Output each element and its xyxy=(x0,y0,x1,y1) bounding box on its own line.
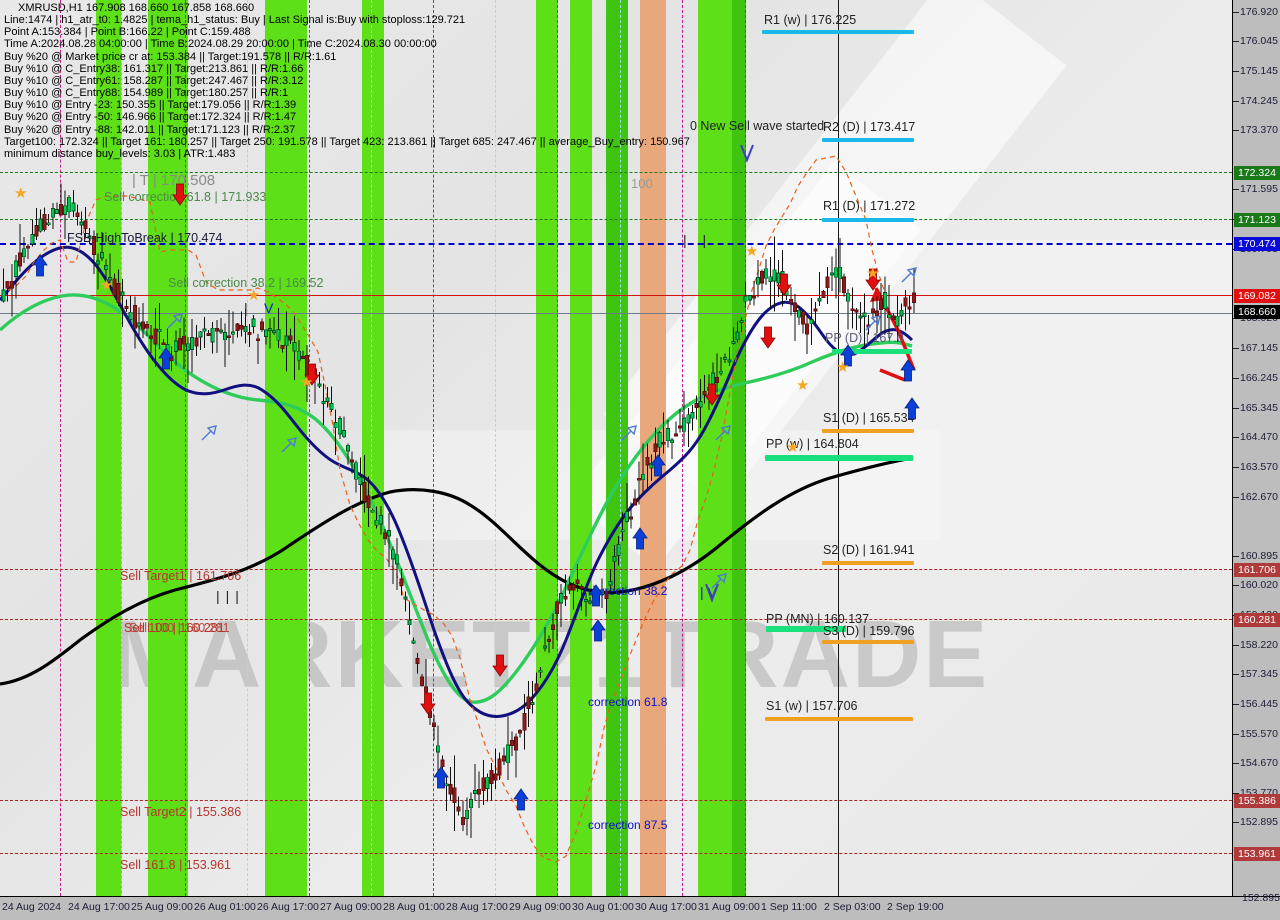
trading-chart-window: MARKETZ1TRADE xyxy=(0,0,1280,920)
price-badge: 170.474 xyxy=(1234,237,1280,251)
time-tick-label: 24 Aug 17:00 xyxy=(68,901,130,913)
price-scale[interactable]: 176.920 176.045 175.145 174.245 173.370 171.5… xyxy=(1233,0,1280,897)
time-tick-label: 28 Aug 17:00 xyxy=(446,901,508,913)
price-tick xyxy=(1233,348,1239,349)
price-tick-label: 152.895 xyxy=(1240,816,1278,828)
time-tick-label: 26 Aug 17:00 xyxy=(257,901,319,913)
price-tick-label: 158.220 xyxy=(1240,639,1278,651)
price-badge: 169.082 xyxy=(1234,289,1280,303)
price-tick xyxy=(1233,101,1239,102)
header-line: Point A:153.384 | Point B:166.22 | Point… xyxy=(4,26,251,39)
price-tick-label: 156.445 xyxy=(1240,698,1278,710)
header-line: Time A:2024.08.28 04:00:00 | Time B:2024… xyxy=(4,38,437,51)
header-line: minimum distance buy_levels: 3.03 | ATR:… xyxy=(4,147,236,160)
price-tick-label: 174.245 xyxy=(1240,95,1278,107)
price-badge: 153.961 xyxy=(1234,847,1280,861)
price-tick xyxy=(1233,822,1239,823)
price-tick xyxy=(1233,556,1239,557)
price-tick-label: 175.145 xyxy=(1240,65,1278,77)
price-badge: 171.123 xyxy=(1234,213,1280,227)
price-tick-label: 155.570 xyxy=(1240,728,1278,740)
price-tick-label: 173.370 xyxy=(1240,124,1278,136)
price-tick-label: 171.595 xyxy=(1240,183,1278,195)
time-tick-label: 28 Aug 01:00 xyxy=(383,901,445,913)
price-tick xyxy=(1233,12,1239,13)
symbol-ohlc-line: XMRUSD,H1 167.908 168.660 167.858 168.66… xyxy=(18,2,255,14)
price-tick xyxy=(1233,189,1239,190)
price-tick-label: 160.895 xyxy=(1240,550,1278,562)
time-scale[interactable]: 24 Aug 2024 24 Aug 17:00 25 Aug 09:00 26 Au… xyxy=(0,892,1280,920)
price-tick xyxy=(1233,408,1239,409)
price-tick xyxy=(1233,734,1239,735)
time-tick-label: 1 Sep 11:00 xyxy=(761,901,817,913)
price-badge: 172.324 xyxy=(1234,166,1280,180)
time-tick-label: 25 Aug 09:00 xyxy=(131,901,193,913)
price-tick-label: 154.670 xyxy=(1240,757,1278,769)
price-tick-label: 165.345 xyxy=(1240,402,1278,414)
time-tick-label: 31 Aug 09:00 xyxy=(698,901,760,913)
time-tick-label: 30 Aug 01:00 xyxy=(572,901,634,913)
header-line: Buy %20 @ Entry -88: 142.011 || Target:1… xyxy=(4,123,296,136)
price-tick xyxy=(1233,378,1239,379)
time-tick-label: 26 Aug 01:00 xyxy=(194,901,256,913)
header-line: Buy %10 @ C_Entry38: 161.317 || Target:2… xyxy=(4,62,304,75)
price-badge: 160.281 xyxy=(1234,613,1280,627)
header-line: Line:1474 | h1_atr_t0: 1.4825 | tema_h1_… xyxy=(4,14,466,27)
header-line: Buy %10 @ C_Entry61: 158.287 || Target:2… xyxy=(4,74,304,87)
time-tick-label: 29 Aug 09:00 xyxy=(509,901,571,913)
price-badge: 168.660 xyxy=(1234,305,1280,319)
price-tick-label: 164.470 xyxy=(1240,431,1278,443)
header-line: Buy %10 @ C_Entry88: 154.989 || Target:1… xyxy=(4,87,289,100)
price-badge: 155.386 xyxy=(1234,794,1280,808)
header-line: Buy %20 @ Market price cr at: 153.384 ||… xyxy=(4,50,337,63)
chart-info-header: XMRUSD,H1 167.908 168.660 167.858 168.66… xyxy=(4,2,690,160)
time-tick-label: 24 Aug 2024 xyxy=(2,901,61,913)
price-tick xyxy=(1233,467,1239,468)
time-tick-label: 27 Aug 09:00 xyxy=(320,901,382,913)
header-line: Buy %10 @ Entry -23: 150.355 || Target:1… xyxy=(4,99,297,112)
time-tick-label: 30 Aug 17:00 xyxy=(635,901,697,913)
price-tick-label: 176.920 xyxy=(1240,6,1278,18)
price-tick xyxy=(1233,645,1239,646)
price-tick-label: 166.245 xyxy=(1240,372,1278,384)
price-tick xyxy=(1233,497,1239,498)
price-tick xyxy=(1233,585,1239,586)
price-scale-bottom-label: 152.895 xyxy=(1242,892,1280,904)
price-tick-label: 163.570 xyxy=(1240,461,1278,473)
price-tick xyxy=(1233,71,1239,72)
price-tick-label: 160.020 xyxy=(1240,579,1278,591)
header-line: Buy %20 @ Entry -50: 146.966 || Target:1… xyxy=(4,111,297,124)
time-tick-label: 2 Sep 03:00 xyxy=(824,901,881,913)
price-tick-label: 157.345 xyxy=(1240,668,1278,680)
price-tick xyxy=(1233,674,1239,675)
price-tick-label: 167.145 xyxy=(1240,342,1278,354)
price-tick xyxy=(1233,704,1239,705)
price-tick-label: 176.045 xyxy=(1240,35,1278,47)
time-tick-label: 2 Sep 19:00 xyxy=(887,901,944,913)
price-tick xyxy=(1233,130,1239,131)
price-tick-label: 162.670 xyxy=(1240,491,1278,503)
price-tick xyxy=(1233,437,1239,438)
price-badge: 161.706 xyxy=(1234,563,1280,577)
header-line: Target100: 172.324 || Target 161: 180.25… xyxy=(4,135,690,148)
price-tick xyxy=(1233,41,1239,42)
price-tick xyxy=(1233,763,1239,764)
